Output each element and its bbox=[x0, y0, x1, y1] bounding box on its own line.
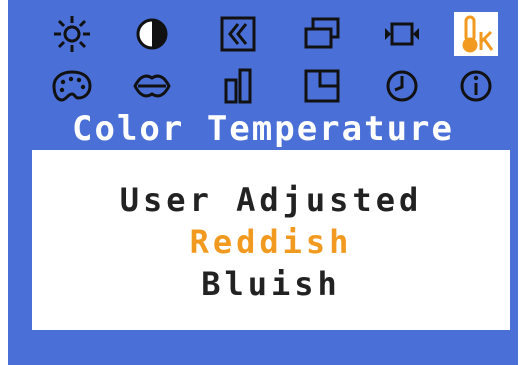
position-icon[interactable] bbox=[216, 12, 260, 56]
icon-row-top bbox=[8, 12, 518, 56]
sharpness-icon[interactable] bbox=[130, 64, 174, 108]
options-panel: User Adjusted Reddish Bluish bbox=[32, 150, 510, 330]
color-temperature-icon[interactable] bbox=[454, 12, 498, 56]
color-palette-icon[interactable] bbox=[50, 64, 94, 108]
option-reddish[interactable]: Reddish bbox=[32, 222, 510, 262]
zoom-icon[interactable] bbox=[380, 12, 424, 56]
phase-icon[interactable] bbox=[216, 64, 260, 108]
osd-menu: Color Temperature User Adjusted Reddish … bbox=[8, 0, 518, 365]
brightness-icon[interactable] bbox=[50, 12, 94, 56]
option-user-adjusted[interactable]: User Adjusted bbox=[32, 180, 510, 220]
option-bluish[interactable]: Bluish bbox=[32, 264, 510, 304]
size-icon[interactable] bbox=[300, 12, 344, 56]
osd-timer-icon[interactable] bbox=[380, 64, 424, 108]
osd-position-icon[interactable] bbox=[300, 64, 344, 108]
contrast-icon[interactable] bbox=[130, 12, 174, 56]
information-icon[interactable] bbox=[454, 64, 498, 108]
menu-title: Color Temperature bbox=[72, 109, 454, 149]
icon-row-bottom bbox=[8, 64, 518, 108]
